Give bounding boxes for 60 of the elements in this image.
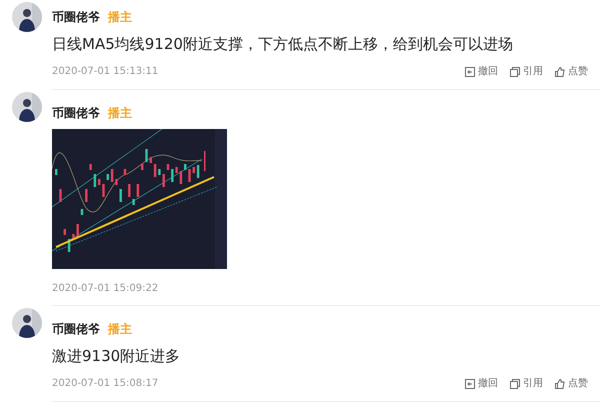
candle [162,174,165,187]
candle [120,189,122,202]
candle [98,179,100,185]
host-tag: 播主 [108,106,132,120]
candle [76,224,79,237]
candle [192,167,195,173]
author-name[interactable]: 币圈佬爷 [52,322,100,336]
candle [166,164,170,170]
author-name[interactable]: 币圈佬爷 [52,10,100,24]
candle [68,239,70,252]
candle [171,169,174,182]
recall-icon [465,66,475,76]
candle [175,167,178,173]
timestamp: 2020-07-01 15:09:22 [52,282,158,296]
copy-icon [510,378,520,388]
candle [64,229,66,235]
candle [196,165,200,178]
candle [150,157,152,163]
candle [158,169,161,175]
candle [124,169,126,175]
candle [132,199,135,205]
like-button[interactable]: 点赞 [555,376,588,391]
candle [180,171,182,184]
candle [80,209,84,215]
candle [136,184,140,197]
author-name[interactable]: 币圈佬爷 [52,106,100,120]
candle [106,174,109,180]
thumbs-up-icon [555,66,565,76]
candle [141,164,144,170]
candle [115,179,118,185]
quote-button[interactable]: 引用 [510,376,543,391]
host-tag: 播主 [108,322,132,336]
candle [89,164,92,170]
candle [188,169,191,182]
quote-button[interactable]: 引用 [510,64,543,79]
copy-icon [510,66,520,76]
message-text: 日线MA5均线9120附近支撑，下方低点不断上移，给到机会可以进场 [52,34,514,54]
candle [128,184,130,197]
recall-button[interactable]: 撤回 [465,64,498,79]
avatar[interactable] [12,92,42,122]
candle [85,189,88,202]
timestamp: 2020-07-01 15:08:17 [52,377,158,391]
message-text: 激进9130附近进多 [52,346,182,366]
candle [110,169,114,182]
candle [154,164,156,177]
timestamp: 2020-07-01 15:13:11 [52,65,158,79]
candle [145,149,148,162]
candle [59,189,62,202]
candle [55,169,58,175]
like-button[interactable]: 点赞 [555,64,588,79]
avatar[interactable] [12,2,42,32]
candle [102,184,105,197]
candle [184,164,186,170]
host-tag: 播主 [108,10,132,24]
candle [94,174,96,187]
thumbs-up-icon [555,378,565,388]
recall-button[interactable]: 撤回 [465,376,498,391]
recall-icon [465,378,475,388]
avatar[interactable] [12,308,42,338]
candle [72,234,75,240]
